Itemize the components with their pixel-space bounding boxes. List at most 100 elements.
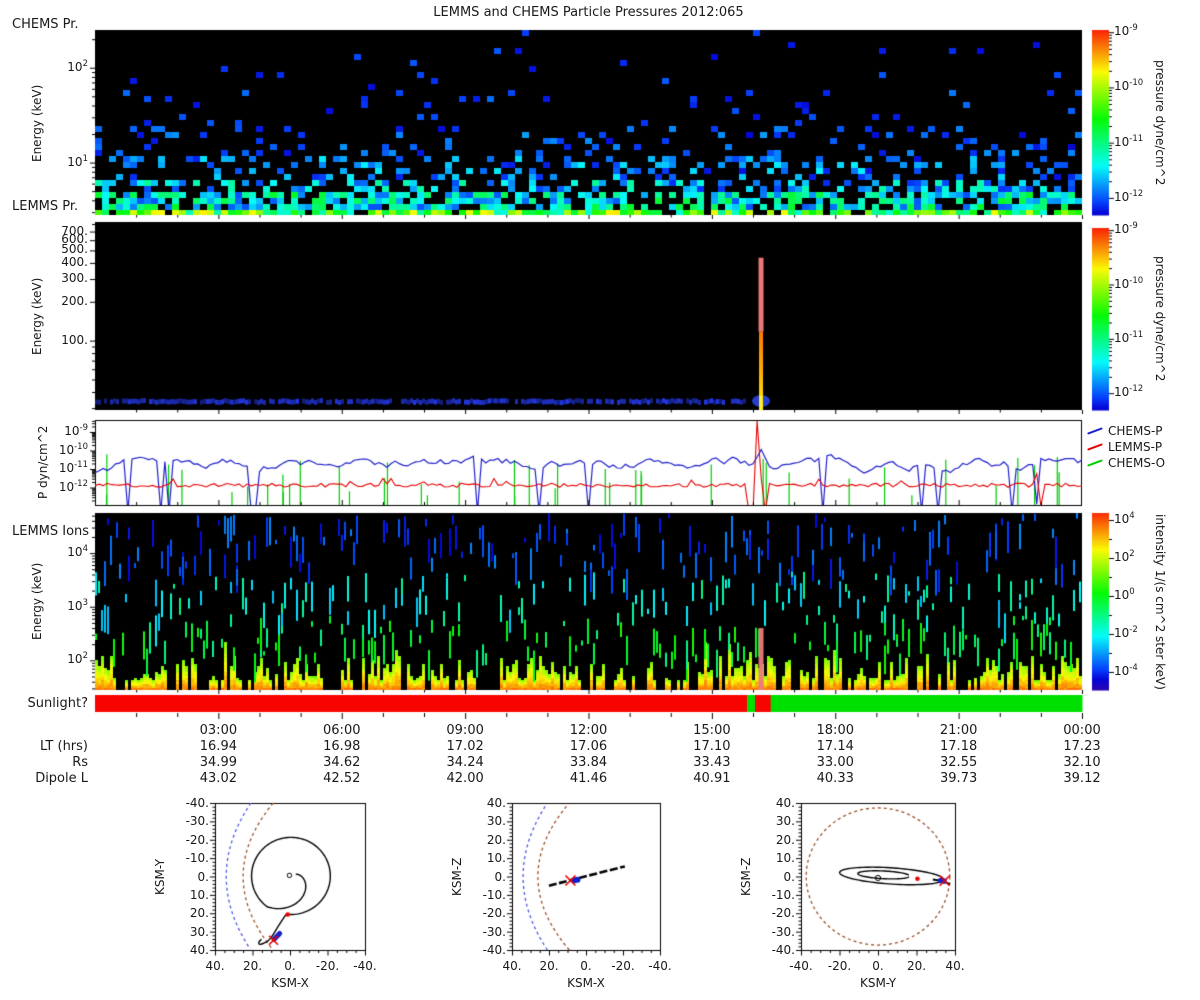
energy-tick-label: 101	[67, 153, 88, 169]
orbit-x-tick-label: -40.	[789, 959, 813, 973]
ephemeris-value: 43.02	[199, 771, 237, 786]
time-tick-label: 12:00	[569, 723, 608, 738]
legend-label-lemms-p: LEMMS-P	[1108, 440, 1163, 454]
ephemeris-value: 32.10	[1063, 755, 1101, 770]
orbit-y-tick-label: 30.	[189, 924, 209, 939]
ephemeris-value: 32.55	[940, 755, 978, 770]
orbit2-xaxis-label: KSM-X	[567, 976, 605, 990]
ephemeris-value: 16.98	[323, 739, 361, 754]
orbit-y-tick-label: 10.	[189, 887, 209, 902]
ephemeris-value: 16.94	[199, 739, 237, 754]
colorbar-unit-chems: pressure dyne/cm^2	[1153, 59, 1167, 186]
orbit-y-tick-label: 40.	[486, 796, 506, 810]
time-tick-label: 06:00	[323, 723, 361, 738]
orbit1-xaxis-label: KSM-X	[271, 976, 309, 990]
ephemeris-value: 40.33	[816, 771, 854, 786]
colorbar-tick-label: 10-10	[1114, 78, 1144, 94]
energy-tick-label: 400.	[61, 254, 88, 269]
ephemeris-value: 33.00	[816, 755, 854, 770]
time-tick-label: 18:00	[816, 723, 854, 738]
colorbar-tick-label: 10-2	[1114, 624, 1138, 640]
energy-tick-label: 103	[67, 597, 88, 613]
colorbar-tick-label: 10-12	[1114, 188, 1144, 204]
orbit-y-tick-label: -40.	[185, 796, 209, 810]
orbit-x-tick-label: 40.	[945, 959, 965, 973]
colorbar-tick-label: 10-11	[1114, 329, 1144, 345]
colorbar-tick-label: 10-11	[1114, 133, 1144, 149]
ephemeris-value: 39.73	[940, 771, 978, 786]
ephemeris-value: 34.99	[199, 755, 237, 770]
colorbar-tick-label: 100	[1114, 586, 1135, 602]
ephemeris-value: 17.18	[940, 739, 978, 754]
orbit2-yaxis-label: KSM-Z	[450, 857, 464, 896]
orbit-x-tick-label: -20.	[315, 959, 340, 973]
ephemeris-value: 17.06	[569, 739, 608, 754]
ephemeris-value: 17.10	[693, 739, 731, 754]
energy-tick-label: 102	[67, 651, 88, 667]
sunlight-label: Sunlight?	[27, 696, 88, 711]
legend-label-chems-o: CHEMS-O	[1108, 456, 1166, 470]
orbit-x-tick-label: 20.	[539, 959, 559, 973]
energy-tick-label: 100.	[61, 332, 88, 347]
colorbar-tick-label: 102	[1114, 549, 1135, 564]
energy-tick-label: 104	[67, 544, 88, 560]
ephemeris-value: 42.52	[323, 771, 361, 786]
orbit-y-tick-label: 30.	[486, 814, 506, 829]
colorbar-tick-label: 10-10	[1114, 275, 1144, 291]
colorbar-tick-label: 104	[1114, 511, 1135, 527]
ephemeris-value: 17.14	[816, 739, 854, 754]
orbit-y-tick-label: -40.	[771, 943, 795, 957]
orbit-x-tick-label: 20.	[242, 959, 263, 973]
orbit-x-tick-label: -20.	[827, 959, 852, 973]
orbit-y-tick-label: -40.	[482, 943, 506, 957]
panel-label-lemms: LEMMS Pr.	[12, 199, 79, 214]
plot-canvas	[0, 0, 1200, 1000]
ephemeris-row-label-lt: LT (hrs)	[39, 739, 88, 754]
energy-tick-label: 102	[67, 58, 88, 74]
orbit-x-tick-label: 0.	[284, 959, 296, 973]
panel-label-chems: CHEMS Pr.	[12, 17, 79, 32]
orbit-x-tick-label: 0.	[580, 959, 592, 973]
chems-energy-axis-label: Energy (keV)	[30, 84, 44, 162]
ephemeris-value: 17.02	[446, 739, 484, 754]
time-tick-label: 00:00	[1063, 723, 1101, 738]
orbit-x-tick-label: 40.	[205, 959, 225, 973]
page-title: LEMMS and CHEMS Particle Pressures 2012:…	[433, 5, 744, 20]
pressure-tick-label: 10-10	[58, 441, 88, 457]
colorbar-tick-label: 10-9	[1114, 23, 1138, 39]
orbit-y-tick-label: 40.	[775, 796, 795, 810]
orbit-x-tick-label: -40.	[353, 959, 377, 973]
orbit-x-tick-label: 40.	[502, 959, 522, 973]
ephemeris-row-label-dipole: Dipole L	[35, 771, 88, 786]
panel-label-ions: LEMMS Ions	[12, 524, 90, 539]
orbit-y-tick-label: 10.	[486, 851, 506, 866]
orbit3-yaxis-label: KSM-Z	[739, 857, 753, 896]
energy-tick-label: 300.	[61, 271, 88, 286]
ephemeris-value: 33.43	[693, 755, 731, 770]
colorbar-unit-ions: intensity 1/(s cm^2 ster keV)	[1153, 513, 1167, 690]
time-tick-label: 09:00	[446, 723, 484, 738]
time-tick-label: 15:00	[693, 723, 731, 738]
orbit3-xaxis-label: KSM-Y	[859, 976, 897, 990]
ephemeris-value: 34.62	[323, 755, 361, 770]
ephemeris-row-label-rs: Rs	[72, 755, 88, 770]
orbit-x-tick-label: 0.	[872, 959, 884, 973]
pressure-tick-label: 10-9	[64, 423, 88, 439]
ephemeris-value: 17.23	[1063, 739, 1101, 754]
orbit-x-tick-label: 20.	[906, 959, 927, 973]
ephemeris-value: 34.24	[446, 755, 484, 770]
orbit-y-tick-label: -20.	[185, 832, 209, 847]
orbit-y-tick-label: -30.	[185, 814, 209, 829]
orbit-y-tick-label: -10.	[482, 887, 506, 902]
orbit-y-tick-label: -20.	[482, 906, 506, 921]
ions-energy-axis-label: Energy (keV)	[30, 562, 44, 640]
time-tick-label: 03:00	[199, 723, 238, 738]
orbit-x-tick-label: -40.	[648, 959, 672, 973]
energy-tick-label: 200.	[61, 293, 88, 308]
orbit-y-tick-label: 20.	[189, 906, 209, 921]
ephemeris-value: 39.12	[1063, 771, 1101, 786]
colorbar-tick-label: 10-4	[1114, 662, 1138, 678]
orbit1-yaxis-label: KSM-Y	[153, 858, 167, 895]
orbit-x-tick-label: -20.	[611, 959, 635, 973]
legend-label-chems-p: CHEMS-P	[1108, 424, 1163, 438]
